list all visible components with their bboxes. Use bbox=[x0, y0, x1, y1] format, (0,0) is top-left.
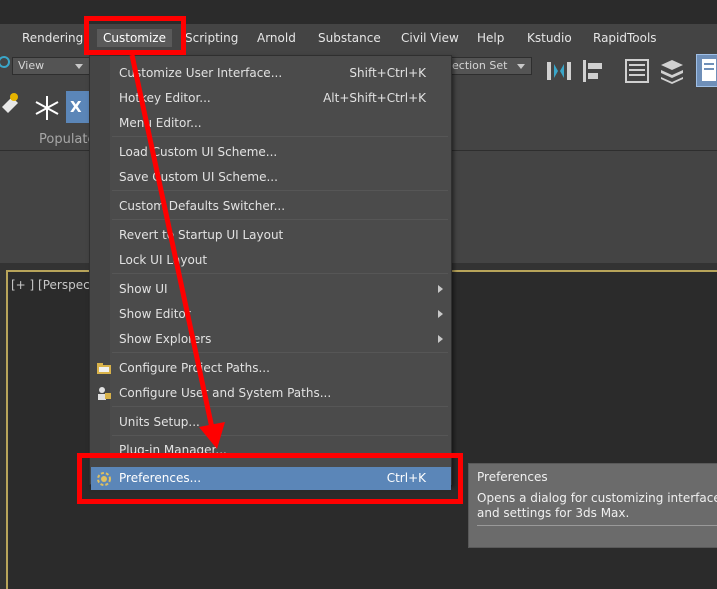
annotation-arrow-icon bbox=[129, 54, 225, 449]
